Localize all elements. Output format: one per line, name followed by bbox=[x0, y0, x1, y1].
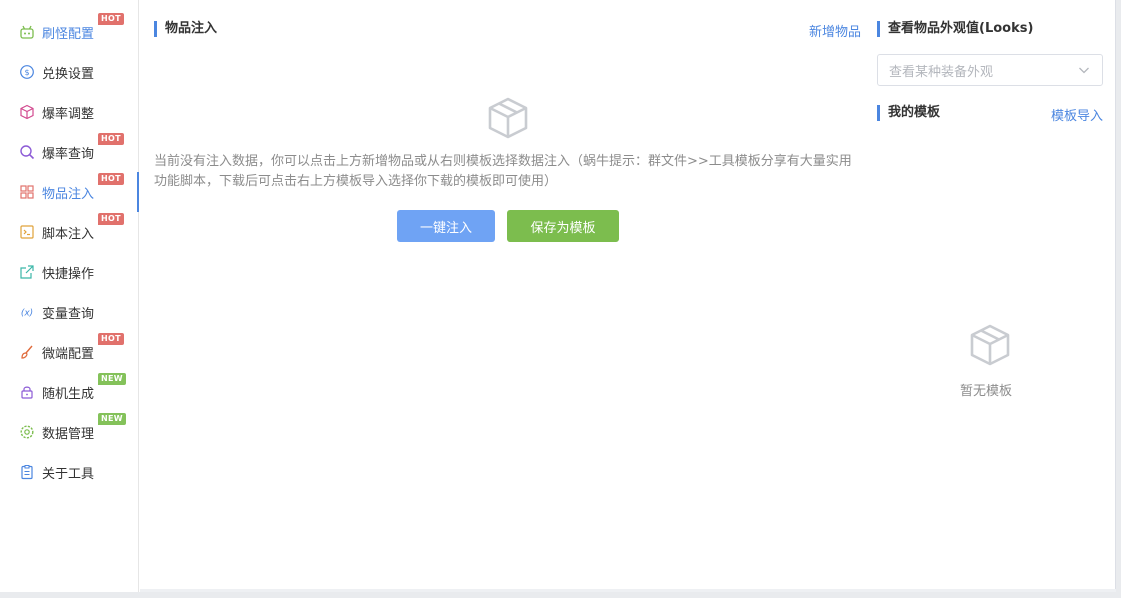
new-badge: NEW bbox=[98, 373, 126, 385]
sidebar-item-about[interactable]: 关于工具 bbox=[0, 452, 139, 492]
sidebar-item-label: 数据管理 bbox=[42, 426, 95, 442]
sidebar-item-quick-actions[interactable]: 快捷操作 bbox=[0, 252, 139, 292]
empty-box-icon bbox=[968, 323, 1012, 371]
my-templates-title: 我的模板 bbox=[877, 105, 940, 121]
sidebar: 刷怪配置 HOT $ 兑换设置 爆率调整 爆率查询 HOT 物品注入 HOT 脚… bbox=[0, 0, 139, 592]
variable-icon: (x) bbox=[19, 304, 35, 320]
sidebar-item-monster-config[interactable]: 刷怪配置 HOT bbox=[0, 12, 139, 52]
sidebar-item-label: 关于工具 bbox=[42, 466, 95, 482]
sidebar-item-exchange-settings[interactable]: $ 兑换设置 bbox=[0, 52, 139, 92]
search-icon bbox=[19, 144, 35, 160]
sidebar-item-label: 爆率调整 bbox=[42, 106, 95, 122]
sidebar-item-drop-rate-query[interactable]: 爆率查询 HOT bbox=[0, 132, 139, 172]
hot-badge: HOT bbox=[98, 333, 124, 345]
sidebar-item-label: 微端配置 bbox=[42, 346, 95, 362]
inject-all-button[interactable]: 一键注入 bbox=[397, 210, 495, 242]
sidebar-item-label: 物品注入 bbox=[42, 186, 95, 202]
brush-icon bbox=[19, 344, 35, 360]
clipboard-icon bbox=[19, 464, 35, 480]
sidebar-item-script-injection[interactable]: 脚本注入 HOT bbox=[0, 212, 139, 252]
grid-icon bbox=[19, 184, 35, 200]
sidebar-item-label: 刷怪配置 bbox=[42, 26, 95, 42]
sidebar-item-data-management[interactable]: 数据管理 NEW bbox=[0, 412, 139, 452]
looks-select[interactable]: 查看某种装备外观 bbox=[877, 54, 1103, 86]
hot-badge: HOT bbox=[98, 173, 124, 185]
sidebar-item-random-generate[interactable]: 随机生成 NEW bbox=[0, 372, 139, 412]
svg-text:$: $ bbox=[24, 68, 29, 77]
no-templates-text: 暂无模板 bbox=[960, 384, 1013, 399]
gear-icon bbox=[19, 424, 35, 440]
hot-badge: HOT bbox=[98, 213, 124, 225]
bottom-divider bbox=[140, 589, 1116, 592]
sidebar-item-label: 脚本注入 bbox=[42, 226, 95, 242]
empty-state-message: 当前没有注入数据，你可以点击上方新增物品或从右则模板选择数据注入（蜗牛提示：群文… bbox=[154, 154, 852, 189]
save-template-button[interactable]: 保存为模板 bbox=[507, 210, 619, 242]
page-title: 物品注入 bbox=[154, 21, 217, 37]
sidebar-item-label: 快捷操作 bbox=[42, 266, 95, 282]
sidebar-item-variable-query[interactable]: (x) 变量查询 bbox=[0, 292, 139, 332]
svg-text:(x): (x) bbox=[21, 309, 33, 319]
sidebar-item-item-injection[interactable]: 物品注入 HOT bbox=[0, 172, 139, 212]
import-template-link[interactable]: 模板导入 bbox=[1051, 105, 1103, 124]
coin-icon: $ bbox=[19, 64, 35, 80]
cube-icon bbox=[19, 104, 35, 120]
empty-box-icon bbox=[486, 96, 530, 144]
sidebar-item-label: 变量查询 bbox=[42, 306, 95, 322]
lock-icon bbox=[19, 384, 35, 400]
sidebar-item-drop-rate-adjust[interactable]: 爆率调整 bbox=[0, 92, 139, 132]
sidebar-item-label: 爆率查询 bbox=[42, 146, 95, 162]
new-badge: NEW bbox=[98, 413, 126, 425]
terminal-icon bbox=[19, 224, 35, 240]
sidebar-item-label: 随机生成 bbox=[42, 386, 95, 402]
external-link-icon bbox=[19, 264, 35, 280]
robot-icon bbox=[19, 24, 35, 40]
add-item-link[interactable]: 新增物品 bbox=[809, 21, 861, 40]
hot-badge: HOT bbox=[98, 13, 124, 25]
looks-section-title: 查看物品外观值(Looks) bbox=[877, 21, 1033, 37]
sidebar-item-label: 兑换设置 bbox=[42, 66, 95, 82]
hot-badge: HOT bbox=[98, 133, 124, 145]
chevron-down-icon bbox=[1078, 64, 1090, 80]
looks-select-placeholder: 查看某种装备外观 bbox=[889, 64, 994, 80]
app-window: 刷怪配置 HOT $ 兑换设置 爆率调整 爆率查询 HOT 物品注入 HOT 脚… bbox=[0, 0, 1116, 592]
sidebar-item-microclient-config[interactable]: 微端配置 HOT bbox=[0, 332, 139, 372]
